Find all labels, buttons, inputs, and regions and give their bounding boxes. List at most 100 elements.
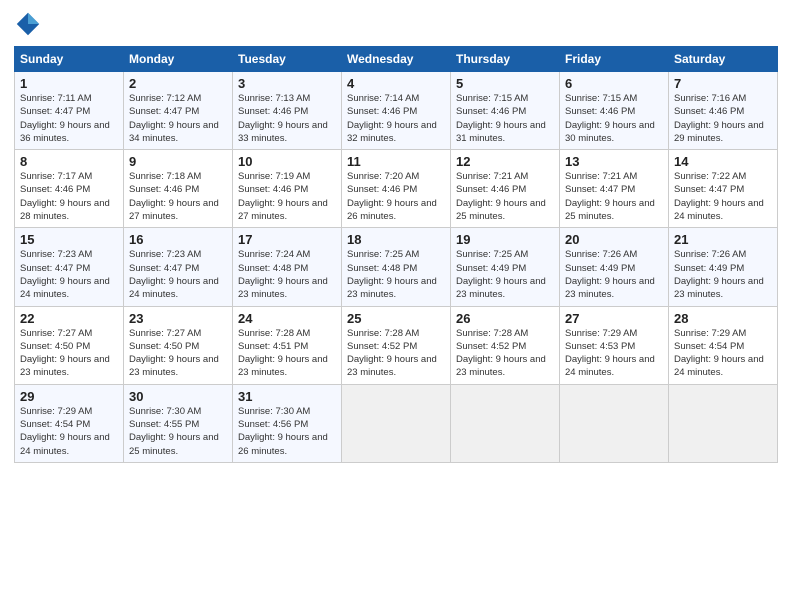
calendar-table: SundayMondayTuesdayWednesdayThursdayFrid… [14,46,778,463]
day-info: Sunrise: 7:24 AMSunset: 4:48 PMDaylight:… [238,249,328,300]
weekday-header-sunday: Sunday [15,47,124,72]
week-row-2: 8 Sunrise: 7:17 AMSunset: 4:46 PMDayligh… [15,150,778,228]
day-number: 7 [674,76,772,91]
header [14,10,778,38]
calendar-cell: 30 Sunrise: 7:30 AMSunset: 4:55 PMDaylig… [124,384,233,462]
weekday-header-friday: Friday [560,47,669,72]
day-info: Sunrise: 7:14 AMSunset: 4:46 PMDaylight:… [347,93,437,144]
day-number: 11 [347,154,445,169]
calendar-cell: 5 Sunrise: 7:15 AMSunset: 4:46 PMDayligh… [451,72,560,150]
day-info: Sunrise: 7:29 AMSunset: 4:53 PMDaylight:… [565,328,655,379]
day-info: Sunrise: 7:26 AMSunset: 4:49 PMDaylight:… [565,249,655,300]
calendar-cell [669,384,778,462]
day-number: 16 [129,232,227,247]
day-info: Sunrise: 7:21 AMSunset: 4:47 PMDaylight:… [565,171,655,222]
day-number: 30 [129,389,227,404]
day-info: Sunrise: 7:25 AMSunset: 4:48 PMDaylight:… [347,249,437,300]
weekday-header-row: SundayMondayTuesdayWednesdayThursdayFrid… [15,47,778,72]
weekday-header-tuesday: Tuesday [233,47,342,72]
calendar-cell: 20 Sunrise: 7:26 AMSunset: 4:49 PMDaylig… [560,228,669,306]
day-number: 20 [565,232,663,247]
day-number: 22 [20,311,118,326]
calendar-cell [560,384,669,462]
day-info: Sunrise: 7:20 AMSunset: 4:46 PMDaylight:… [347,171,437,222]
day-number: 25 [347,311,445,326]
day-number: 17 [238,232,336,247]
day-info: Sunrise: 7:23 AMSunset: 4:47 PMDaylight:… [129,249,219,300]
calendar-cell: 11 Sunrise: 7:20 AMSunset: 4:46 PMDaylig… [342,150,451,228]
calendar-cell: 26 Sunrise: 7:28 AMSunset: 4:52 PMDaylig… [451,306,560,384]
day-number: 28 [674,311,772,326]
day-number: 2 [129,76,227,91]
calendar-cell: 28 Sunrise: 7:29 AMSunset: 4:54 PMDaylig… [669,306,778,384]
week-row-4: 22 Sunrise: 7:27 AMSunset: 4:50 PMDaylig… [15,306,778,384]
day-number: 19 [456,232,554,247]
day-info: Sunrise: 7:11 AMSunset: 4:47 PMDaylight:… [20,93,110,144]
day-info: Sunrise: 7:12 AMSunset: 4:47 PMDaylight:… [129,93,219,144]
weekday-header-wednesday: Wednesday [342,47,451,72]
day-info: Sunrise: 7:25 AMSunset: 4:49 PMDaylight:… [456,249,546,300]
logo-icon [14,10,42,38]
day-info: Sunrise: 7:27 AMSunset: 4:50 PMDaylight:… [20,328,110,379]
day-number: 12 [456,154,554,169]
page: SundayMondayTuesdayWednesdayThursdayFrid… [0,0,792,612]
week-row-3: 15 Sunrise: 7:23 AMSunset: 4:47 PMDaylig… [15,228,778,306]
day-number: 13 [565,154,663,169]
calendar-cell: 15 Sunrise: 7:23 AMSunset: 4:47 PMDaylig… [15,228,124,306]
calendar-cell: 19 Sunrise: 7:25 AMSunset: 4:49 PMDaylig… [451,228,560,306]
calendar-cell: 31 Sunrise: 7:30 AMSunset: 4:56 PMDaylig… [233,384,342,462]
day-number: 27 [565,311,663,326]
day-info: Sunrise: 7:30 AMSunset: 4:55 PMDaylight:… [129,406,219,457]
calendar-cell [451,384,560,462]
calendar-cell: 22 Sunrise: 7:27 AMSunset: 4:50 PMDaylig… [15,306,124,384]
calendar-cell: 3 Sunrise: 7:13 AMSunset: 4:46 PMDayligh… [233,72,342,150]
day-number: 5 [456,76,554,91]
calendar-cell: 12 Sunrise: 7:21 AMSunset: 4:46 PMDaylig… [451,150,560,228]
calendar-cell: 8 Sunrise: 7:17 AMSunset: 4:46 PMDayligh… [15,150,124,228]
day-number: 10 [238,154,336,169]
calendar-cell: 25 Sunrise: 7:28 AMSunset: 4:52 PMDaylig… [342,306,451,384]
week-row-5: 29 Sunrise: 7:29 AMSunset: 4:54 PMDaylig… [15,384,778,462]
calendar-cell: 21 Sunrise: 7:26 AMSunset: 4:49 PMDaylig… [669,228,778,306]
day-info: Sunrise: 7:17 AMSunset: 4:46 PMDaylight:… [20,171,110,222]
calendar-cell: 10 Sunrise: 7:19 AMSunset: 4:46 PMDaylig… [233,150,342,228]
day-info: Sunrise: 7:29 AMSunset: 4:54 PMDaylight:… [674,328,764,379]
day-number: 3 [238,76,336,91]
calendar-cell: 27 Sunrise: 7:29 AMSunset: 4:53 PMDaylig… [560,306,669,384]
day-info: Sunrise: 7:13 AMSunset: 4:46 PMDaylight:… [238,93,328,144]
day-number: 15 [20,232,118,247]
day-info: Sunrise: 7:16 AMSunset: 4:46 PMDaylight:… [674,93,764,144]
day-info: Sunrise: 7:21 AMSunset: 4:46 PMDaylight:… [456,171,546,222]
weekday-header-monday: Monday [124,47,233,72]
day-info: Sunrise: 7:28 AMSunset: 4:52 PMDaylight:… [456,328,546,379]
calendar-cell: 14 Sunrise: 7:22 AMSunset: 4:47 PMDaylig… [669,150,778,228]
calendar-cell: 24 Sunrise: 7:28 AMSunset: 4:51 PMDaylig… [233,306,342,384]
day-info: Sunrise: 7:22 AMSunset: 4:47 PMDaylight:… [674,171,764,222]
calendar-cell: 7 Sunrise: 7:16 AMSunset: 4:46 PMDayligh… [669,72,778,150]
logo [14,10,46,38]
day-info: Sunrise: 7:30 AMSunset: 4:56 PMDaylight:… [238,406,328,457]
calendar-cell: 2 Sunrise: 7:12 AMSunset: 4:47 PMDayligh… [124,72,233,150]
day-number: 1 [20,76,118,91]
calendar-cell: 9 Sunrise: 7:18 AMSunset: 4:46 PMDayligh… [124,150,233,228]
day-info: Sunrise: 7:29 AMSunset: 4:54 PMDaylight:… [20,406,110,457]
calendar-cell: 6 Sunrise: 7:15 AMSunset: 4:46 PMDayligh… [560,72,669,150]
day-number: 24 [238,311,336,326]
day-info: Sunrise: 7:15 AMSunset: 4:46 PMDaylight:… [565,93,655,144]
calendar-cell: 17 Sunrise: 7:24 AMSunset: 4:48 PMDaylig… [233,228,342,306]
day-number: 29 [20,389,118,404]
day-number: 6 [565,76,663,91]
day-number: 4 [347,76,445,91]
day-info: Sunrise: 7:27 AMSunset: 4:50 PMDaylight:… [129,328,219,379]
day-info: Sunrise: 7:28 AMSunset: 4:52 PMDaylight:… [347,328,437,379]
day-info: Sunrise: 7:15 AMSunset: 4:46 PMDaylight:… [456,93,546,144]
calendar-cell: 16 Sunrise: 7:23 AMSunset: 4:47 PMDaylig… [124,228,233,306]
calendar-cell: 18 Sunrise: 7:25 AMSunset: 4:48 PMDaylig… [342,228,451,306]
week-row-1: 1 Sunrise: 7:11 AMSunset: 4:47 PMDayligh… [15,72,778,150]
day-number: 8 [20,154,118,169]
calendar-cell: 1 Sunrise: 7:11 AMSunset: 4:47 PMDayligh… [15,72,124,150]
day-number: 23 [129,311,227,326]
day-number: 21 [674,232,772,247]
day-info: Sunrise: 7:23 AMSunset: 4:47 PMDaylight:… [20,249,110,300]
day-number: 9 [129,154,227,169]
